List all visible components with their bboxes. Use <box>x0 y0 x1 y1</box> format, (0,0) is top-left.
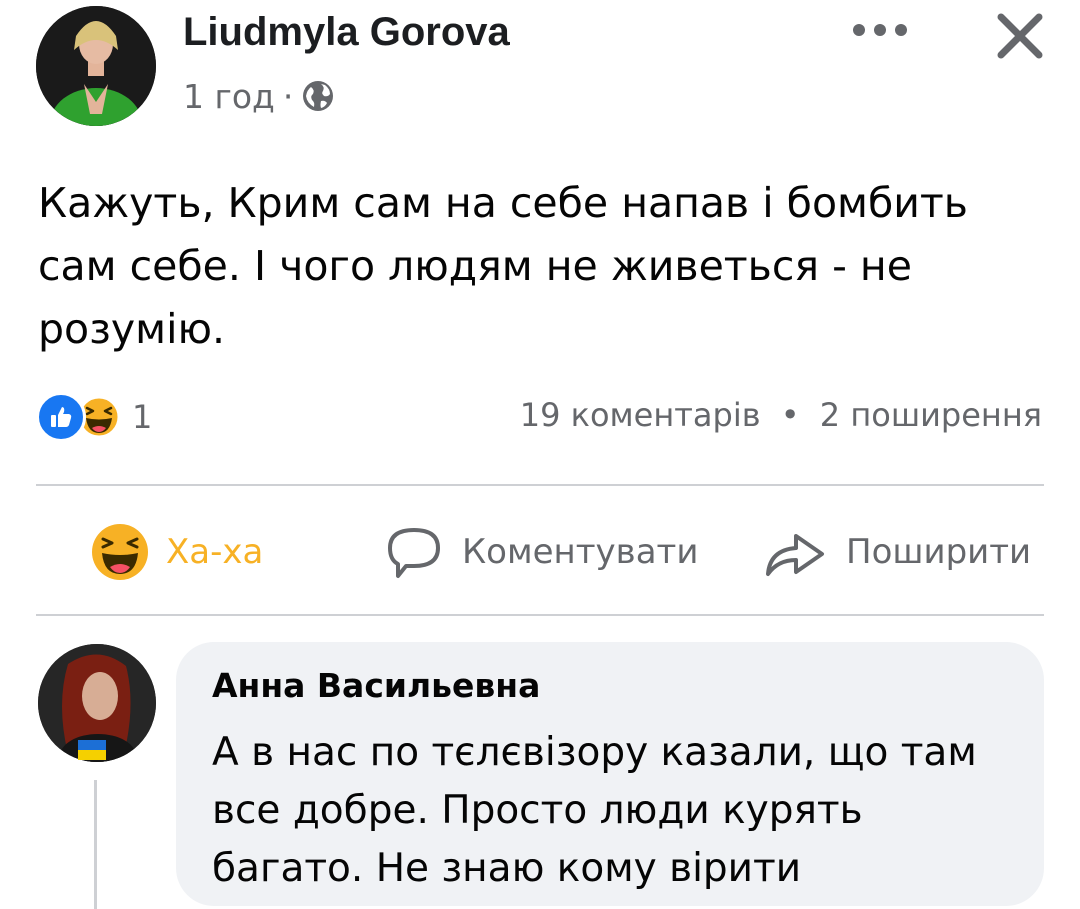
like-reaction-icon <box>36 392 86 442</box>
comment-button[interactable]: Коментувати <box>384 520 698 584</box>
divider-bottom <box>36 614 1044 616</box>
comments-count[interactable]: 19 коментарів <box>520 396 761 434</box>
more-horizontal-icon <box>853 24 907 36</box>
shares-count[interactable]: 2 поширення <box>820 396 1042 434</box>
counts-separator: • <box>780 396 800 434</box>
meta-separator: · <box>282 76 294 116</box>
more-options-button[interactable] <box>850 10 910 50</box>
author-avatar-image <box>36 6 156 126</box>
haha-reaction-button[interactable]: Ха-ха <box>90 520 263 584</box>
share-label: Поширити <box>846 532 1032 572</box>
close-icon <box>997 13 1043 59</box>
ukraine-flag-icon <box>78 740 106 760</box>
post-time[interactable]: 1 год <box>183 77 275 116</box>
engagement-counts: 19 коментарів • 2 поширення <box>520 396 1042 434</box>
haha-icon <box>92 524 148 580</box>
reactions-summary[interactable]: 1 <box>36 391 152 443</box>
author-name[interactable]: Liudmyla Gorova <box>183 10 510 55</box>
share-button[interactable]: Поширити <box>762 520 1031 584</box>
globe-icon <box>303 81 334 111</box>
comment-author[interactable]: Анна Васильевна <box>212 666 540 705</box>
comment-label: Коментувати <box>462 532 699 572</box>
post-text: Кажуть, Крим сам на себе напав і бомбить… <box>38 179 968 353</box>
share-icon <box>766 534 824 576</box>
comment-text: А в нас по тєлєвізору казали, що там все… <box>212 730 977 891</box>
thread-line <box>94 780 97 909</box>
close-button[interactable] <box>992 8 1048 64</box>
divider-top <box>36 484 1044 486</box>
comment-icon <box>388 528 440 578</box>
author-avatar[interactable] <box>36 6 156 126</box>
haha-label: Ха-ха <box>166 532 264 572</box>
post-meta: 1 год · <box>183 74 335 118</box>
reaction-count: 1 <box>132 398 153 436</box>
